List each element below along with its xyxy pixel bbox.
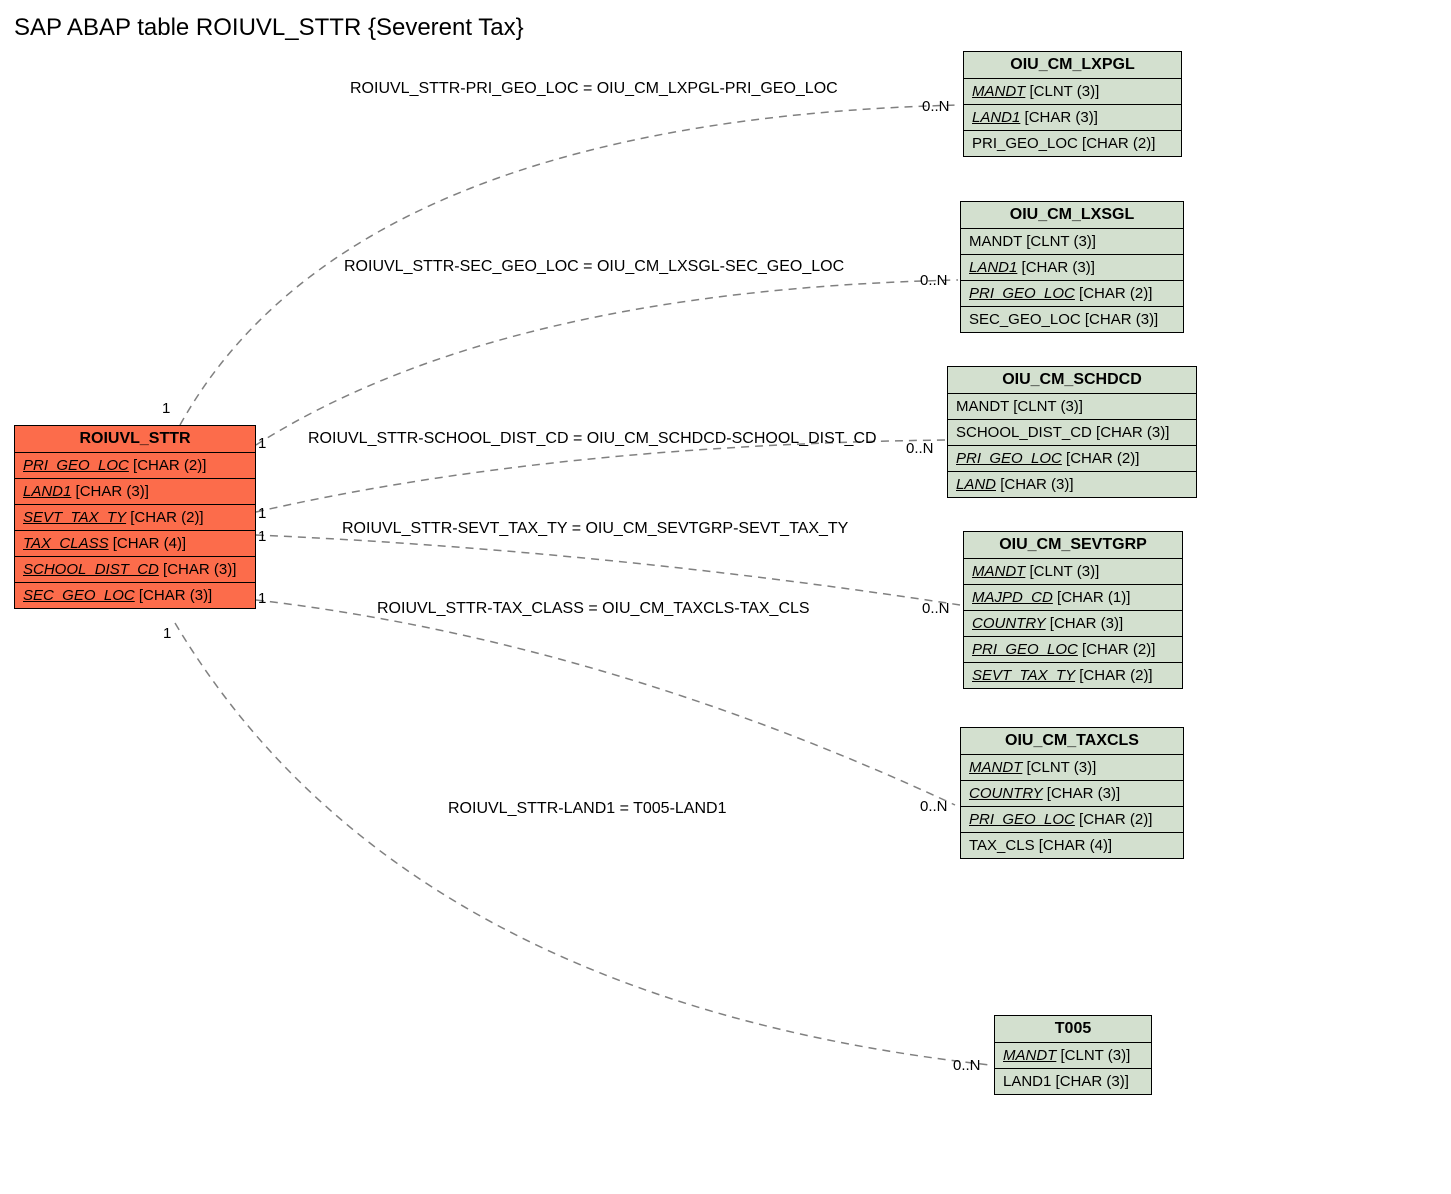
field-row: TAX_CLS [CHAR (4)]	[961, 833, 1183, 858]
field-row: MANDT [CLNT (3)]	[961, 755, 1183, 781]
field-row: MANDT [CLNT (3)]	[948, 394, 1196, 420]
entity-t005: T005 MANDT [CLNT (3)] LAND1 [CHAR (3)]	[994, 1015, 1152, 1095]
entity-header: OIU_CM_LXSGL	[961, 202, 1183, 229]
entity-oiu-cm-lxsgl: OIU_CM_LXSGL MANDT [CLNT (3)] LAND1 [CHA…	[960, 201, 1184, 333]
field-row: MANDT [CLNT (3)]	[995, 1043, 1151, 1069]
cardinality-right: 0..N	[922, 98, 950, 115]
entity-header: OIU_CM_LXPGL	[964, 52, 1181, 79]
field-row: LAND1 [CHAR (3)]	[964, 105, 1181, 131]
field-row: LAND1 [CHAR (3)]	[15, 479, 255, 505]
entity-oiu-cm-taxcls: OIU_CM_TAXCLS MANDT [CLNT (3)] COUNTRY […	[960, 727, 1184, 859]
entity-roiuvl-sttr: ROIUVL_STTR PRI_GEO_LOC [CHAR (2)] LAND1…	[14, 425, 256, 609]
field-row: SEVT_TAX_TY [CHAR (2)]	[15, 505, 255, 531]
entity-oiu-cm-lxpgl: OIU_CM_LXPGL MANDT [CLNT (3)] LAND1 [CHA…	[963, 51, 1182, 157]
cardinality-right: 0..N	[920, 272, 948, 289]
cardinality-left: 1	[258, 528, 266, 545]
cardinality-left: 1	[163, 625, 171, 642]
field-row: LAND [CHAR (3)]	[948, 472, 1196, 497]
field-row: LAND1 [CHAR (3)]	[961, 255, 1183, 281]
cardinality-right: 0..N	[922, 600, 950, 617]
cardinality-left: 1	[258, 505, 266, 522]
field-row: TAX_CLASS [CHAR (4)]	[15, 531, 255, 557]
field-row: MANDT [CLNT (3)]	[964, 559, 1182, 585]
relation-label: ROIUVL_STTR-PRI_GEO_LOC = OIU_CM_LXPGL-P…	[350, 80, 838, 98]
entity-oiu-cm-sevtgrp: OIU_CM_SEVTGRP MANDT [CLNT (3)] MAJPD_CD…	[963, 531, 1183, 689]
field-row: MANDT [CLNT (3)]	[964, 79, 1181, 105]
field-row: MANDT [CLNT (3)]	[961, 229, 1183, 255]
field-row: PRI_GEO_LOC [CHAR (2)]	[964, 637, 1182, 663]
entity-header: OIU_CM_SCHDCD	[948, 367, 1196, 394]
cardinality-left: 1	[258, 435, 266, 452]
field-row: SCHOOL_DIST_CD [CHAR (3)]	[948, 420, 1196, 446]
entity-header: OIU_CM_TAXCLS	[961, 728, 1183, 755]
entity-header: ROIUVL_STTR	[15, 426, 255, 453]
field-row: COUNTRY [CHAR (3)]	[961, 781, 1183, 807]
field-row: MAJPD_CD [CHAR (1)]	[964, 585, 1182, 611]
page-title: SAP ABAP table ROIUVL_STTR {Severent Tax…	[14, 14, 524, 42]
relation-label: ROIUVL_STTR-SCHOOL_DIST_CD = OIU_CM_SCHD…	[308, 430, 877, 448]
field-row: SEVT_TAX_TY [CHAR (2)]	[964, 663, 1182, 688]
field-row: PRI_GEO_LOC [CHAR (2)]	[964, 131, 1181, 156]
entity-header: T005	[995, 1016, 1151, 1043]
cardinality-right: 0..N	[920, 798, 948, 815]
cardinality-left: 1	[162, 400, 170, 417]
cardinality-right: 0..N	[953, 1057, 981, 1074]
field-row: PRI_GEO_LOC [CHAR (2)]	[961, 807, 1183, 833]
field-row: COUNTRY [CHAR (3)]	[964, 611, 1182, 637]
relation-label: ROIUVL_STTR-SEC_GEO_LOC = OIU_CM_LXSGL-S…	[344, 258, 844, 276]
field-row: LAND1 [CHAR (3)]	[995, 1069, 1151, 1094]
relation-label: ROIUVL_STTR-LAND1 = T005-LAND1	[448, 800, 726, 818]
relation-label: ROIUVL_STTR-TAX_CLASS = OIU_CM_TAXCLS-TA…	[377, 600, 810, 618]
field-row: PRI_GEO_LOC [CHAR (2)]	[948, 446, 1196, 472]
cardinality-right: 0..N	[906, 440, 934, 457]
entity-header: OIU_CM_SEVTGRP	[964, 532, 1182, 559]
field-row: SCHOOL_DIST_CD [CHAR (3)]	[15, 557, 255, 583]
entity-oiu-cm-schdcd: OIU_CM_SCHDCD MANDT [CLNT (3)] SCHOOL_DI…	[947, 366, 1197, 498]
field-row: PRI_GEO_LOC [CHAR (2)]	[15, 453, 255, 479]
field-row: SEC_GEO_LOC [CHAR (3)]	[15, 583, 255, 608]
relation-label: ROIUVL_STTR-SEVT_TAX_TY = OIU_CM_SEVTGRP…	[342, 520, 848, 538]
field-row: PRI_GEO_LOC [CHAR (2)]	[961, 281, 1183, 307]
field-row: SEC_GEO_LOC [CHAR (3)]	[961, 307, 1183, 332]
cardinality-left: 1	[258, 590, 266, 607]
